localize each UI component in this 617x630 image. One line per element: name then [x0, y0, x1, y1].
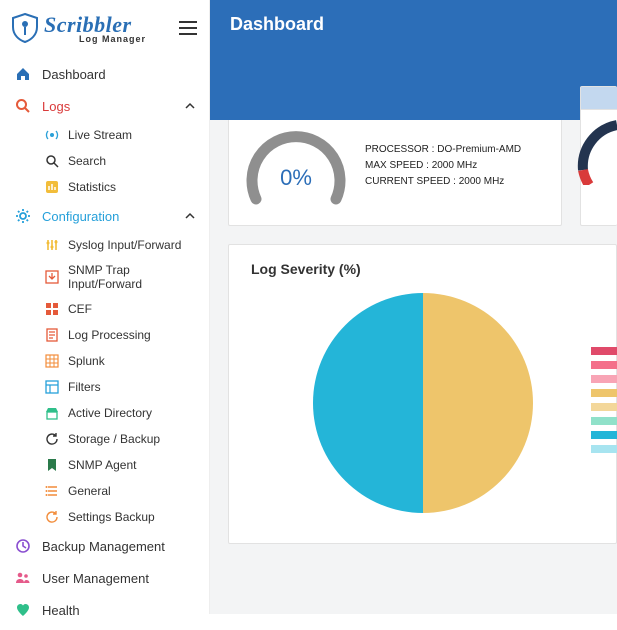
nav: Dashboard Logs Live Stream Search [0, 54, 209, 630]
legend-swatch [591, 403, 617, 411]
sidebar-item-syslog-io[interactable]: Syslog Input/Forward [22, 232, 209, 258]
sidebar-item-user-mgmt[interactable]: User Management [0, 562, 209, 594]
page-title: Dashboard [230, 14, 324, 34]
sidebar-item-label: Log Processing [68, 328, 195, 342]
legend-swatch [591, 431, 617, 439]
sidebar-item-search[interactable]: Search [22, 148, 209, 174]
chevron-up-icon [185, 211, 195, 221]
sidebar-item-label: Storage / Backup [68, 432, 195, 446]
legend-swatch [591, 445, 617, 453]
sidebar-item-label: Search [68, 154, 195, 168]
sidebar-item-label: Configuration [42, 209, 185, 224]
heart-icon [14, 601, 32, 619]
sidebar-item-settings-backup[interactable]: Settings Backup [22, 504, 209, 530]
clock-icon [14, 537, 32, 555]
sidebar-item-filters[interactable]: Filters [22, 374, 209, 400]
sidebar-item-storage-backup[interactable]: Storage / Backup [22, 426, 209, 452]
logs-sub: Live Stream Search Statistics [0, 122, 209, 200]
brand[interactable]: Scribbler Log Manager [12, 12, 146, 44]
sidebar-item-label: User Management [42, 571, 195, 586]
sidebar-item-label: CEF [68, 302, 195, 316]
sidebar-item-log-processing[interactable]: Log Processing [22, 322, 209, 348]
legend-swatch [591, 417, 617, 425]
sidebar-item-label: Splunk [68, 354, 195, 368]
sidebar-item-label: Syslog Input/Forward [68, 238, 195, 252]
legend-swatch [591, 361, 617, 369]
legend-swatch [591, 389, 617, 397]
sidebar-item-label: Filters [68, 380, 195, 394]
sidebar-item-live-stream[interactable]: Live Stream [22, 122, 209, 148]
users-icon [14, 569, 32, 587]
chevron-up-icon [185, 101, 195, 111]
table-icon [44, 353, 60, 369]
layout-icon [44, 379, 60, 395]
cpu-curspeed-value: 2000 MHz [459, 176, 505, 187]
sidebar-item-label: Live Stream [68, 128, 195, 142]
cpu-processor-value: DO-Premium-AMD [437, 144, 521, 155]
store-icon [44, 405, 60, 421]
menu-toggle-button[interactable] [179, 21, 197, 35]
log-severity-card: Log Severity (%) [228, 244, 617, 544]
configuration-sub: Syslog Input/Forward SNMP Trap Input/For… [0, 232, 209, 530]
legend-swatch [591, 347, 617, 355]
broadcast-icon [44, 127, 60, 143]
main: Dashboard CPU 0% PROCESSOR : DO [210, 0, 617, 614]
log-severity-pie [313, 293, 533, 513]
search-icon [14, 97, 32, 115]
log-severity-title: Log Severity (%) [229, 245, 616, 283]
cpu-maxspeed-label: MAX SPEED : [365, 160, 429, 171]
sliders-icon [44, 237, 60, 253]
document-icon [44, 327, 60, 343]
cpu-gauge-value: 0% [241, 165, 351, 191]
shield-logo-icon [12, 13, 38, 43]
sidebar-item-label: Dashboard [42, 67, 195, 82]
grid-icon [44, 301, 60, 317]
second-gauge-card-partial [580, 86, 617, 226]
gear-icon [14, 207, 32, 225]
sidebar-item-splunk[interactable]: Splunk [22, 348, 209, 374]
cpu-gauge: 0% [241, 121, 351, 211]
cpu-info: PROCESSOR : DO-Premium-AMD MAX SPEED : 2… [365, 142, 521, 190]
brand-sub: Log Manager [79, 34, 146, 44]
sidebar-section-configuration[interactable]: Configuration [0, 200, 209, 232]
log-severity-legend [591, 347, 617, 453]
bookmark-icon [44, 457, 60, 473]
sidebar-item-label: General [68, 484, 195, 498]
sidebar: Scribbler Log Manager Dashboard Logs [0, 0, 210, 614]
sidebar-item-label: Backup Management [42, 539, 195, 554]
sidebar-item-label: Statistics [68, 180, 195, 194]
cpu-curspeed-label: CURRENT SPEED : [365, 176, 456, 187]
sidebar-item-active-directory[interactable]: Active Directory [22, 400, 209, 426]
sidebar-item-dashboard[interactable]: Dashboard [0, 58, 209, 90]
refresh-icon [44, 431, 60, 447]
brand-bar: Scribbler Log Manager [0, 8, 209, 54]
legend-swatch [591, 375, 617, 383]
topbar: Dashboard [210, 0, 617, 120]
sidebar-item-label: Logs [42, 99, 185, 114]
content: CPU 0% PROCESSOR : DO-Premium-AMD MAX SP… [210, 86, 617, 544]
cpu-processor-label: PROCESSOR : [365, 144, 434, 155]
sidebar-item-backup-mgmt[interactable]: Backup Management [0, 530, 209, 562]
cpu-maxspeed-value: 2000 MHz [432, 160, 478, 171]
sidebar-item-label: SNMP Trap Input/Forward [68, 263, 195, 291]
sidebar-item-label: Active Directory [68, 406, 195, 420]
chart-icon [44, 179, 60, 195]
refresh-icon [44, 509, 60, 525]
sidebar-item-snmp-agent[interactable]: SNMP Agent [22, 452, 209, 478]
sidebar-section-logs[interactable]: Logs [0, 90, 209, 122]
list-icon [44, 483, 60, 499]
sidebar-item-cef[interactable]: CEF [22, 296, 209, 322]
sidebar-item-health[interactable]: Health [0, 594, 209, 626]
sidebar-item-label: Settings Backup [68, 510, 195, 524]
sidebar-item-label: SNMP Agent [68, 458, 195, 472]
search-icon [44, 153, 60, 169]
home-icon [14, 65, 32, 83]
sidebar-item-snmp-trap-io[interactable]: SNMP Trap Input/Forward [22, 258, 209, 296]
sidebar-item-general[interactable]: General [22, 478, 209, 504]
sidebar-item-statistics[interactable]: Statistics [22, 174, 209, 200]
import-icon [44, 269, 60, 285]
sidebar-item-label: Health [42, 603, 195, 618]
